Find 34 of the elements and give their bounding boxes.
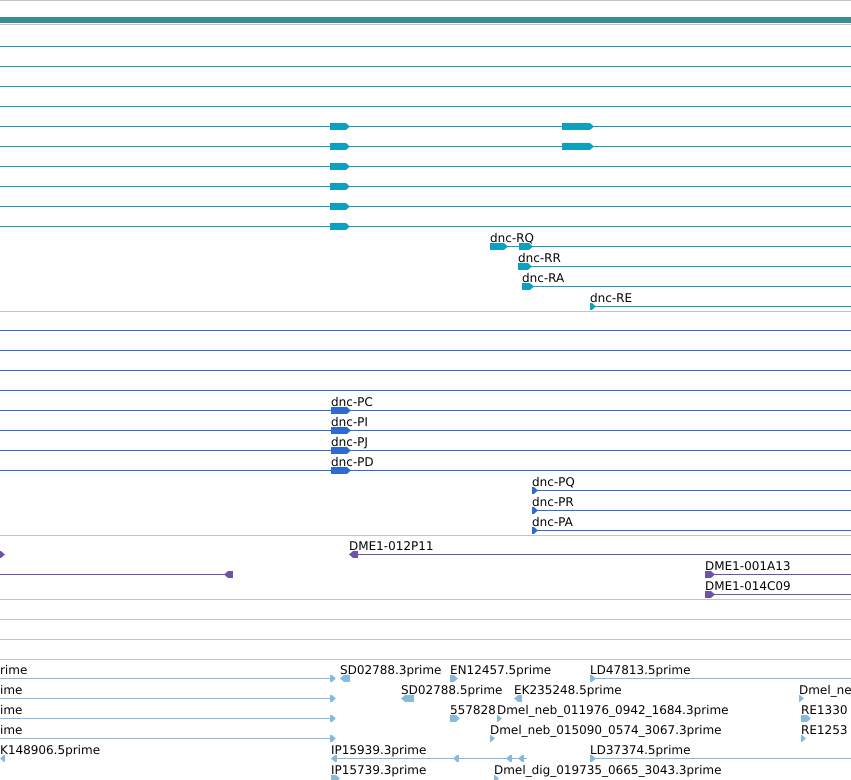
feature-label: ime xyxy=(0,684,22,696)
feature-label: DME1-001A13 xyxy=(705,560,791,572)
feature-label: dnc-PQ xyxy=(532,476,575,488)
feature-label: dnc-RA xyxy=(522,272,564,284)
feature-label: dnc-PI xyxy=(331,416,368,428)
feature-label: 557828 xyxy=(450,704,496,716)
feature-label: Dmel_dig_019735_0665_3043.3prime xyxy=(494,764,722,776)
feature-label: EK235248.5prime xyxy=(514,684,622,696)
feature-label: DME1-014C09 xyxy=(705,580,791,592)
feature-label: dnc-RQ xyxy=(490,232,534,244)
feature-label: LD37374.5prime xyxy=(590,744,691,756)
feature-label: dnc-PD xyxy=(331,456,374,468)
feature-label: Dmel_neb_011976_0942_1684.3prime xyxy=(497,704,729,716)
feature-label: IP15739.3prime xyxy=(331,764,426,776)
feature-label: Dmel_neb_015090_0574_3067.3prime xyxy=(490,724,722,736)
feature-label: dnc-PR xyxy=(532,496,574,508)
feature-label: IP15939.3prime xyxy=(331,744,426,756)
feature-label: dnc-RR xyxy=(518,252,561,264)
feature-label: dnc-PJ xyxy=(331,436,368,448)
feature-label: ime xyxy=(0,724,22,736)
feature-label: RE1253 xyxy=(801,724,848,736)
feature-label: LD47813.5prime xyxy=(590,664,691,676)
feature-label: dnc-RE xyxy=(590,292,632,304)
feature-label: dnc-PA xyxy=(532,516,573,528)
feature-label: EN12457.5prime xyxy=(450,664,552,676)
feature-label: K148906.5prime xyxy=(0,744,100,756)
feature-label: SD02788.5prime xyxy=(401,684,502,696)
feature-label: DME1-012P11 xyxy=(349,540,434,552)
feature-label: rime xyxy=(0,664,28,676)
feature-label: SD02788.3prime xyxy=(340,664,442,676)
feature-label: Dmel_ne xyxy=(799,684,851,696)
feature-label: dnc-PC xyxy=(331,396,373,408)
feature-label: RE1330 xyxy=(801,704,848,716)
feature-label: ime xyxy=(0,704,22,716)
